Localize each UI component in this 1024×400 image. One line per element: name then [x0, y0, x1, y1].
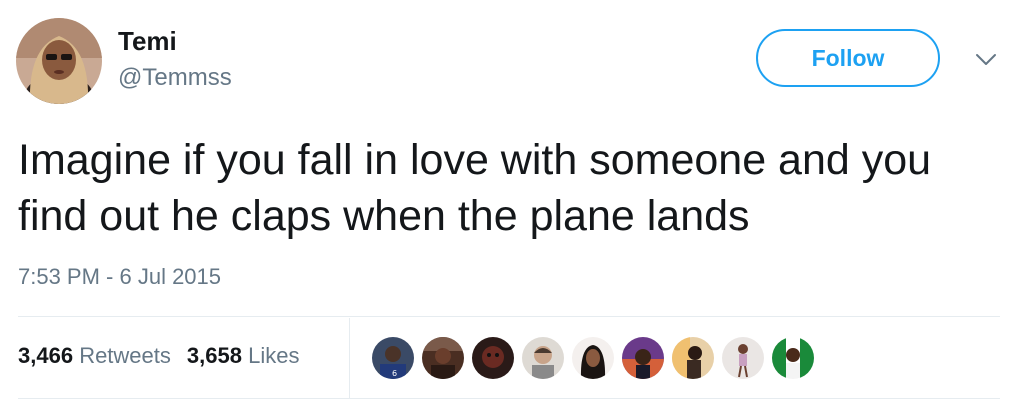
user-display-name[interactable]: Temi [118, 26, 177, 57]
liker-avatar[interactable] [722, 337, 764, 379]
retweets-label: Retweets [79, 343, 171, 368]
likes-stat[interactable]: 3,658 Likes [187, 343, 300, 368]
liker-avatar[interactable]: 6 [372, 337, 414, 379]
user-handle[interactable]: @Temmss [118, 64, 232, 92]
tweet-stats: 3,466 Retweets 3,658 Likes [18, 343, 299, 369]
liker-avatar[interactable] [672, 337, 714, 379]
liker-avatar[interactable] [472, 337, 514, 379]
avatar[interactable] [16, 18, 102, 104]
tweet-timestamp[interactable]: 7:53 PM - 6 Jul 2015 [18, 264, 221, 290]
retweets-stat[interactable]: 3,466 Retweets [18, 343, 171, 368]
chevron-down-icon[interactable] [974, 52, 998, 68]
follow-button[interactable]: Follow [756, 29, 940, 87]
liker-avatar[interactable] [572, 337, 614, 379]
stats-top-divider [18, 316, 1000, 317]
liker-avatar[interactable] [772, 337, 814, 379]
liker-avatar[interactable] [422, 337, 464, 379]
svg-text:6: 6 [392, 369, 397, 378]
stats-bottom-divider [18, 398, 1000, 399]
tweet-text: Imagine if you fall in love with someone… [18, 136, 932, 240]
retweets-count: 3,466 [18, 343, 74, 368]
stats-separator [349, 318, 350, 398]
likers-avatars: 6 [372, 337, 822, 379]
liker-avatar[interactable] [522, 337, 564, 379]
liker-avatar[interactable] [622, 337, 664, 379]
likes-label: Likes [248, 343, 300, 368]
likes-count: 3,658 [186, 343, 242, 368]
